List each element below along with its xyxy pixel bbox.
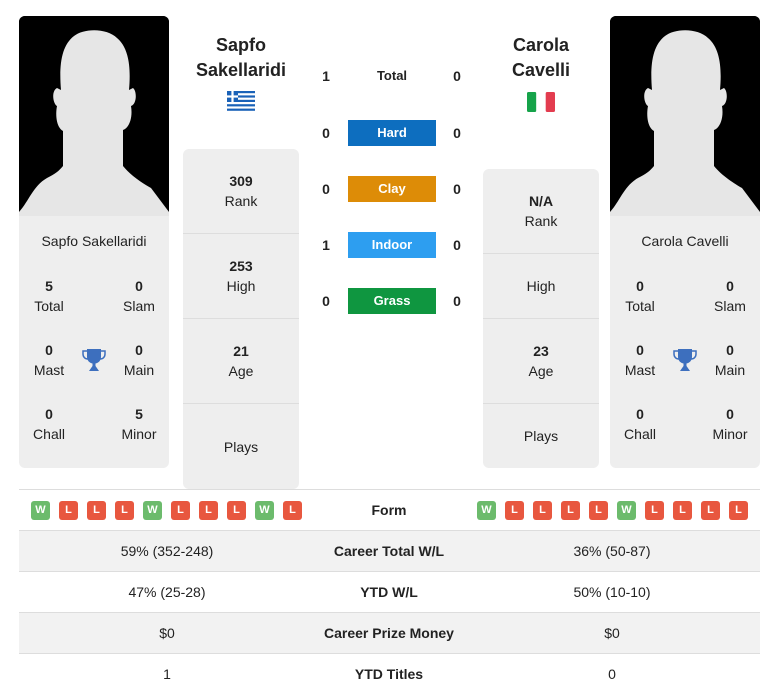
surface-badge-indoor: Indoor <box>348 232 436 258</box>
player1-form-badge-loss[interactable]: L <box>283 501 302 520</box>
player2-form-badge-loss[interactable]: L <box>533 501 552 520</box>
player1-form-badge-loss[interactable]: L <box>199 501 218 520</box>
player1-form-badge-loss[interactable]: L <box>115 501 134 520</box>
player1-rank: 309 Rank <box>183 149 299 234</box>
h2h-row-hard: 0 Hard 0 <box>310 120 470 146</box>
player2-form-badge-loss[interactable]: L <box>505 501 524 520</box>
player1-form-badge-win[interactable]: W <box>143 501 162 520</box>
player2-form-badge-loss[interactable]: L <box>729 501 748 520</box>
h2h-row-total: 1 Total 0 <box>310 63 470 89</box>
player2-age: 23 Age <box>483 319 599 404</box>
player2-high: High <box>483 254 599 319</box>
player2-form-badge-loss[interactable]: L <box>701 501 720 520</box>
player-silhouette-icon <box>610 16 760 216</box>
player1-titles-total: 5 Total <box>34 278 64 314</box>
player1-form-badge-loss[interactable]: L <box>87 501 106 520</box>
comparison-row-career-total-wl: 59% (352-248) Career Total W/L 36% (50-8… <box>19 530 760 571</box>
form-row: WLLLWLLLWL Form WLLLLWLLLL <box>19 489 760 530</box>
comparison-row-ytd-titles: 1 YTD Titles 0 <box>19 653 760 694</box>
player1-form-badge-loss[interactable]: L <box>59 501 78 520</box>
player2-rank: N/A Rank <box>483 169 599 254</box>
h2h-row-indoor: 1 Indoor 0 <box>310 232 470 258</box>
form-label: Form <box>371 502 407 518</box>
comparison-row-career-prize-money: $0 Career Prize Money $0 <box>19 612 760 653</box>
h2h-row-grass: 0 Grass 0 <box>310 288 470 314</box>
player1-photo <box>19 16 169 216</box>
player2-titles-minor: 0 Minor <box>712 406 748 442</box>
player2-titles-slam: 0 Slam <box>714 278 746 314</box>
trophy-icon <box>82 349 106 371</box>
player2-titles-card: Carola Cavelli 0 Total 0 Slam 0 Mast 0 M… <box>610 216 760 468</box>
comparison-row-ytd-wl: 47% (25-28) YTD W/L 50% (10-10) <box>19 571 760 612</box>
player1-titles-minor: 5 Minor <box>121 406 157 442</box>
player2-titles-total: 0 Total <box>625 278 655 314</box>
player1-titles-mast: 0 Mast <box>33 342 65 378</box>
player2-name[interactable]: Carola Cavelli <box>476 33 606 83</box>
player1-plays: Plays <box>223 438 259 455</box>
player2-form-badges: WLLLLWLLLL <box>477 501 748 520</box>
surface-badge-clay: Clay <box>348 176 436 202</box>
surface-badge-grass: Grass <box>348 288 436 314</box>
player1-age: 21 Age <box>183 319 299 404</box>
player1-titles-main: 0 Main <box>123 342 155 378</box>
player2-stats-panel: N/A Rank High 23 Age Plays <box>483 169 599 468</box>
player1-titles-card: Sapfo Sakellaridi 5 Total 0 Slam 0 Mast … <box>19 216 169 468</box>
player2-titles-main: 0 Main <box>714 342 746 378</box>
italy-flag-icon <box>527 92 555 112</box>
player2-form-badge-loss[interactable]: L <box>589 501 608 520</box>
player-silhouette-icon <box>19 16 169 216</box>
greece-flag-icon <box>227 91 255 111</box>
player2-form-badge-loss[interactable]: L <box>673 501 692 520</box>
player1-titles-chall: 0 Chall <box>33 406 65 442</box>
player1-form-badge-loss[interactable]: L <box>171 501 190 520</box>
player1-form-badge-win[interactable]: W <box>255 501 274 520</box>
player2-form-badge-win[interactable]: W <box>617 501 636 520</box>
player2-form-badge-loss[interactable]: L <box>645 501 664 520</box>
player2-titles-chall: 0 Chall <box>624 406 656 442</box>
player2-plays: Plays <box>523 428 559 444</box>
player1-high: 253 High <box>183 234 299 319</box>
player2-card-name: Carola Cavelli <box>641 233 729 249</box>
player1-stats-panel: 309 Rank 253 High 21 Age Plays <box>183 149 299 489</box>
player1-name[interactable]: Sapfo Sakellaridi <box>176 33 306 83</box>
player2-titles-mast: 0 Mast <box>624 342 656 378</box>
player2-photo <box>610 16 760 216</box>
trophy-icon <box>673 349 697 371</box>
player1-form-badge-loss[interactable]: L <box>227 501 246 520</box>
player2-form-badge-win[interactable]: W <box>477 501 496 520</box>
player1-form-badges: WLLLWLLLWL <box>31 501 302 520</box>
player1-form-badge-win[interactable]: W <box>31 501 50 520</box>
player1-card-name: Sapfo Sakellaridi <box>41 233 147 249</box>
h2h-row-clay: 0 Clay 0 <box>310 176 470 202</box>
surface-badge-hard: Hard <box>348 120 436 146</box>
h2h-label-total: Total <box>376 68 408 83</box>
player2-form-badge-loss[interactable]: L <box>561 501 580 520</box>
player1-titles-slam: 0 Slam <box>123 278 155 314</box>
